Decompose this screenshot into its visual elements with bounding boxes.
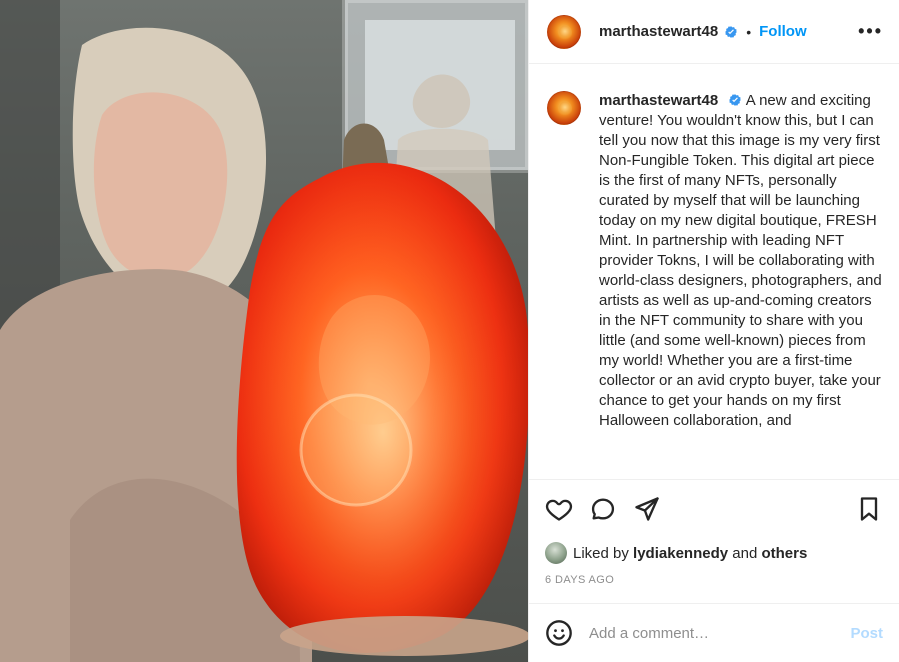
- paper-plane-icon[interactable]: [633, 495, 661, 523]
- follow-button[interactable]: Follow: [759, 23, 807, 40]
- verified-badge-icon: [725, 25, 738, 38]
- comment-icon[interactable]: [589, 495, 617, 523]
- more-options-icon[interactable]: •••: [858, 21, 883, 42]
- caption-verified-badge-icon: [729, 94, 742, 106]
- liker-avatar[interactable]: [545, 542, 567, 564]
- post-photo[interactable]: [0, 0, 528, 662]
- liked-by-prefix: Liked by: [573, 544, 629, 562]
- caption-username[interactable]: marthastewart48: [599, 92, 718, 109]
- caption-body: A new and exciting venture! You wouldn't…: [599, 92, 882, 429]
- liked-by-user[interactable]: lydiakennedy: [633, 545, 728, 562]
- caption-area: marthastewart48 A new and exciting ventu…: [529, 64, 899, 479]
- bookmark-icon[interactable]: [855, 495, 883, 523]
- comment-input[interactable]: [589, 624, 851, 642]
- author-username[interactable]: marthastewart48: [599, 23, 718, 40]
- action-icons-row: [545, 494, 883, 524]
- caption-avatar[interactable]: [547, 91, 581, 125]
- post-time-ago[interactable]: 6 DAYS AGO: [545, 574, 883, 586]
- heart-icon[interactable]: [545, 495, 573, 523]
- instagram-post: marthastewart48 • Follow ••• marthastewa…: [0, 0, 899, 662]
- separator-dot: •: [746, 23, 752, 40]
- post-header: marthastewart48 • Follow •••: [529, 0, 899, 64]
- post-comment-button[interactable]: Post: [850, 625, 883, 642]
- caption-text-block: marthastewart48 A new and exciting ventu…: [599, 91, 883, 479]
- liked-by-and: and: [732, 544, 758, 562]
- comment-bar: Post: [529, 603, 899, 662]
- emoji-icon[interactable]: [545, 619, 573, 647]
- likes-row: Liked by lydiakennedy and others: [545, 542, 883, 564]
- post-actions: Liked by lydiakennedy and others 6 DAYS …: [529, 479, 899, 603]
- post-side-panel: marthastewart48 • Follow ••• marthastewa…: [528, 0, 899, 662]
- liked-by-others[interactable]: others: [761, 545, 807, 562]
- author-avatar[interactable]: [547, 14, 581, 49]
